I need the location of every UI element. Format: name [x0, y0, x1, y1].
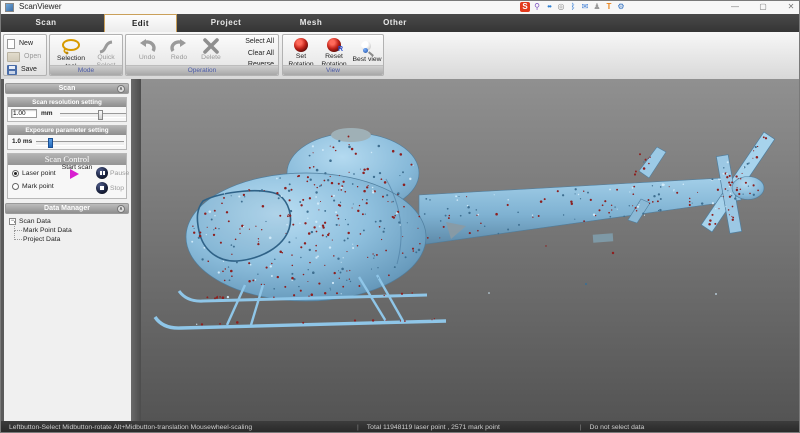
stop-icon	[96, 182, 108, 194]
exposure-header: Exposure parameter setting	[8, 126, 126, 135]
start-scan-button[interactable]: Start scan	[60, 164, 94, 171]
operation-group-label: Operation	[126, 65, 278, 75]
user-icon[interactable]: ♟	[592, 2, 602, 12]
tab-project[interactable]: Project	[193, 14, 259, 32]
collapse-icon[interactable]: ∧	[117, 205, 125, 213]
scan-resolution-header: Scan resolution setting	[8, 98, 126, 107]
mail-icon[interactable]: ✉	[580, 2, 590, 12]
s-badge-icon[interactable]: S	[520, 2, 530, 12]
data-manager-header[interactable]: Data Manager ∧	[5, 203, 129, 214]
tab-scan[interactable]: Scan	[17, 14, 75, 32]
operation-group: Undo Redo Delete Select All Clear All Re…	[125, 34, 279, 76]
title-bar: ScanViewer S ⚲ •• ◎ ᛒ ✉ ♟ T ⚙ — ▢ ✕	[1, 1, 800, 15]
scan-resolution-panel: Scan resolution setting mm	[7, 97, 127, 122]
exposure-value-label: 1.0 ms	[12, 138, 32, 145]
main-area: Scan ∧ Scan resolution setting mm Exposu…	[1, 79, 800, 421]
undo-arrow-icon	[137, 38, 157, 54]
helicopter-model	[141, 79, 800, 421]
lasso-icon	[60, 38, 82, 55]
radio-icon	[12, 183, 19, 190]
radio-icon	[12, 170, 19, 177]
mouse-hint-text: Leftbutton-Select Midbutton-rotate Alt+M…	[1, 424, 357, 431]
reset-rotation-center-icon	[327, 38, 341, 52]
save-button[interactable]: Save	[7, 63, 47, 76]
app-icon	[5, 3, 14, 12]
sidebar: Scan ∧ Scan resolution setting mm Exposu…	[1, 79, 131, 421]
system-tray: S ⚲ •• ◎ ᛒ ✉ ♟ T ⚙	[520, 1, 626, 13]
redo-button[interactable]: Redo	[166, 38, 192, 62]
status-bar: Leftbutton-Select Midbutton-rotate Alt+M…	[1, 421, 800, 433]
maximize-button[interactable]: ▢	[757, 1, 769, 13]
dots-icon[interactable]: ••	[544, 2, 554, 12]
shirt-icon[interactable]: T	[604, 2, 614, 12]
window-controls: — ▢ ✕	[729, 1, 797, 13]
close-button[interactable]: ✕	[785, 1, 797, 13]
magnifier-sphere-icon	[360, 41, 374, 55]
app-title: ScanViewer	[19, 2, 62, 11]
curve-icon	[97, 40, 115, 54]
ribbon-toolbar: New Open Save Selection tool ▼	[1, 32, 800, 80]
exposure-slider[interactable]	[36, 141, 124, 146]
tree-item-scan-data[interactable]: − Scan Data	[9, 217, 131, 226]
resolution-unit-label: mm	[41, 110, 53, 117]
scan-control-panel: Scan Control Laser point Mark point Star…	[7, 153, 127, 199]
ring-icon[interactable]: ◎	[556, 2, 566, 12]
pause-icon	[96, 167, 108, 179]
view-group-label: View	[283, 65, 383, 75]
tab-other[interactable]: Other	[367, 14, 423, 32]
delete-x-icon	[202, 38, 220, 54]
scan-panel-header[interactable]: Scan ∧	[5, 83, 129, 94]
mode-group: Selection tool ▼ Quick Select Mode	[49, 34, 123, 76]
point-totals-text: Total 11948119 laser point , 2571 mark p…	[359, 424, 580, 431]
open-folder-icon	[7, 52, 20, 62]
data-manager-tree: − Scan Data Mark Point Data Project Data	[9, 217, 131, 244]
tree-item-mark-point-data[interactable]: Mark Point Data	[23, 226, 131, 235]
rotation-center-icon	[294, 38, 308, 52]
new-button[interactable]: New	[7, 37, 47, 50]
file-group: New Open Save	[3, 34, 47, 76]
redo-arrow-icon	[169, 38, 189, 54]
3d-viewport[interactable]	[141, 79, 800, 421]
tab-mesh[interactable]: Mesh	[285, 14, 337, 32]
stop-button[interactable]: Stop	[96, 182, 124, 194]
new-page-icon	[7, 39, 15, 49]
delete-button[interactable]: Delete	[198, 38, 224, 62]
bluetooth-icon[interactable]: ᛒ	[568, 2, 578, 12]
select-all-button[interactable]: Select All	[245, 38, 274, 46]
best-view-button[interactable]: Best view	[351, 41, 383, 64]
save-floppy-icon	[7, 65, 17, 75]
view-group: Set Rotation Center Reset Rotation Cente…	[282, 34, 384, 76]
mode-group-label: Mode	[50, 65, 122, 75]
mark-point-radio[interactable]: Mark point	[12, 183, 54, 190]
tab-edit[interactable]: Edit	[104, 14, 177, 32]
clear-all-button[interactable]: Clear All	[248, 50, 274, 58]
sidebar-splitter[interactable]	[131, 79, 141, 421]
pause-button[interactable]: Pause	[96, 167, 129, 179]
tree-item-project-data[interactable]: Project Data	[23, 235, 131, 244]
selection-status-text: Do not select data	[582, 424, 653, 431]
open-button[interactable]: Open	[7, 50, 47, 63]
menu-tab-bar: Scan Edit Project Mesh Other	[1, 14, 800, 32]
tool-icon[interactable]: ⚙	[616, 2, 626, 12]
resolution-input[interactable]	[11, 109, 37, 118]
resolution-slider-handle[interactable]	[98, 110, 103, 120]
scanviewer-window: ScanViewer S ⚲ •• ◎ ᛒ ✉ ♟ T ⚙ — ▢ ✕ Scan…	[0, 0, 800, 433]
undo-button[interactable]: Undo	[134, 38, 160, 62]
pin-icon[interactable]: ⚲	[532, 2, 542, 12]
exposure-panel: Exposure parameter setting 1.0 ms	[7, 125, 127, 150]
minimize-button[interactable]: —	[729, 1, 741, 13]
laser-point-radio[interactable]: Laser point	[12, 170, 56, 177]
exposure-slider-handle[interactable]	[48, 138, 53, 148]
resolution-slider[interactable]	[60, 113, 126, 118]
collapse-icon[interactable]: ∧	[117, 85, 125, 93]
